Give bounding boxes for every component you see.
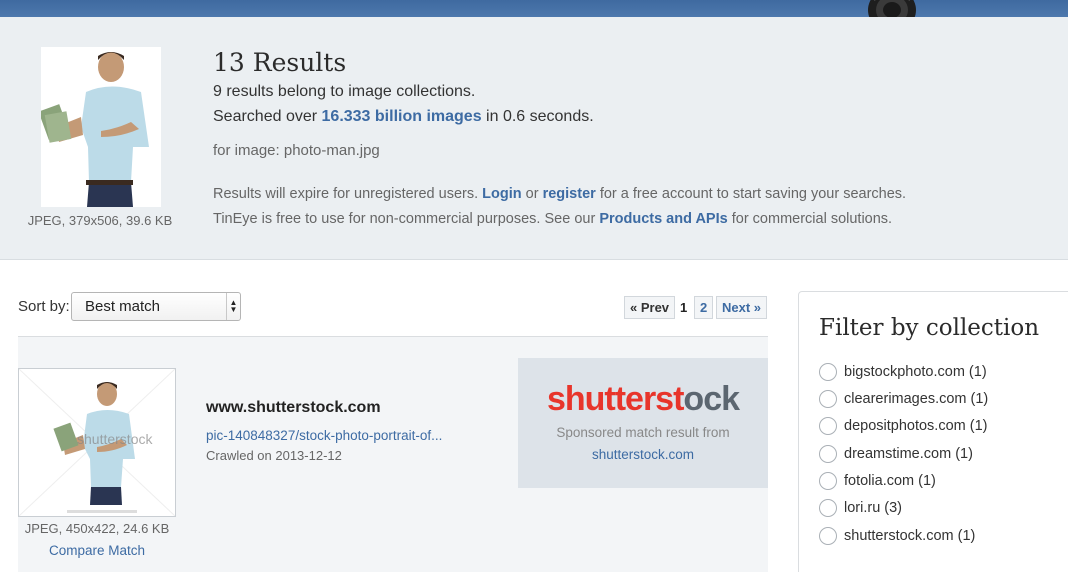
- filter-item-label: shutterstock.com (1): [844, 528, 976, 544]
- billion-images-link[interactable]: 16.333 billion images: [322, 108, 482, 125]
- filter-panel: Filter by collection bigstockphoto.com (…: [798, 291, 1068, 572]
- sponsored-match-panel[interactable]: shutterstock Sponsored match result from…: [518, 358, 768, 488]
- man-photo-icon: [41, 47, 161, 207]
- search-summary-panel: JPEG, 379x506, 39.6 KB 13 Results 9 resu…: [0, 17, 1068, 260]
- match-image[interactable]: shutterstock: [18, 368, 176, 517]
- radio-button[interactable]: [819, 363, 837, 381]
- shutterstock-logo[interactable]: shutterstock: [518, 380, 768, 419]
- results-count-heading: 13 Results: [213, 48, 347, 77]
- filter-item-label: clearerimages.com (1): [844, 391, 989, 407]
- register-link[interactable]: register: [543, 186, 596, 202]
- products-apis-link[interactable]: Products and APIs: [599, 211, 727, 227]
- radio-button[interactable]: [819, 445, 837, 463]
- select-arrows-icon: ▲ ▼: [226, 293, 240, 320]
- sponsored-link[interactable]: shutterstock.com: [518, 447, 768, 462]
- free-suffix: for commercial solutions.: [727, 211, 893, 227]
- logo-part-c: ck: [703, 380, 740, 418]
- filter-title: Filter by collection: [819, 315, 1040, 341]
- free-prefix: TinEye is free to use for non-commercial…: [213, 211, 600, 227]
- searched-suffix: in 0.6 seconds.: [481, 108, 594, 125]
- filter-item-label: lori.ru (3): [844, 500, 903, 516]
- login-link[interactable]: Login: [482, 186, 521, 202]
- radio-button[interactable]: [819, 472, 837, 490]
- searched-prefix: Searched over: [213, 108, 322, 125]
- radio-button[interactable]: [819, 390, 837, 408]
- page-2-button[interactable]: 2: [694, 296, 714, 319]
- prev-page-button[interactable]: « Prev: [624, 296, 676, 319]
- searched-summary: Searched over 16.333 billion images in 0…: [213, 108, 594, 126]
- filter-item-label: dreamstime.com (1): [844, 446, 973, 462]
- watermark-text: shutterstock: [77, 431, 153, 447]
- result-path-link[interactable]: pic-140848327/stock-photo-portrait-of...: [206, 428, 442, 443]
- collections-summary: 9 results belong to image collections.: [213, 83, 476, 100]
- query-image: [41, 47, 161, 207]
- filter-item-label: fotolia.com (1): [844, 473, 936, 489]
- radio-button[interactable]: [819, 499, 837, 517]
- sort-selected-value: Best match: [85, 298, 161, 315]
- crawled-date: Crawled on 2013-12-12: [206, 448, 342, 463]
- radio-button[interactable]: [819, 527, 837, 545]
- filter-item-label: bigstockphoto.com (1): [844, 364, 987, 380]
- query-image-meta: JPEG, 379x506, 39.6 KB: [27, 213, 173, 228]
- logo-part-a: shutterst: [546, 380, 684, 418]
- result-site-title[interactable]: www.shutterstock.com: [206, 399, 381, 417]
- next-page-button[interactable]: Next »: [716, 296, 768, 319]
- sponsored-label: Sponsored match result from: [556, 425, 730, 440]
- current-page: 1: [680, 300, 688, 315]
- filter-item-label: depositphotos.com (1): [844, 418, 988, 434]
- radio-button[interactable]: [819, 417, 837, 435]
- expire-prefix: Results will expire for unregistered use…: [213, 186, 483, 202]
- sort-select[interactable]: Best match ▲ ▼: [71, 292, 241, 321]
- compare-match-link[interactable]: Compare Match: [18, 543, 176, 558]
- match-image-meta: JPEG, 450x422, 24.6 KB: [24, 521, 170, 536]
- logo-part-b: o: [683, 380, 704, 418]
- expire-suffix: for a free account to start saving your …: [595, 186, 907, 202]
- for-image-label: for image: photo-man.jpg: [213, 142, 380, 159]
- free-use-notice: TinEye is free to use for non-commercial…: [213, 211, 892, 227]
- expire-or: or: [521, 186, 543, 202]
- sort-label: Sort by:: [18, 298, 70, 315]
- expire-notice: Results will expire for unregistered use…: [213, 186, 906, 202]
